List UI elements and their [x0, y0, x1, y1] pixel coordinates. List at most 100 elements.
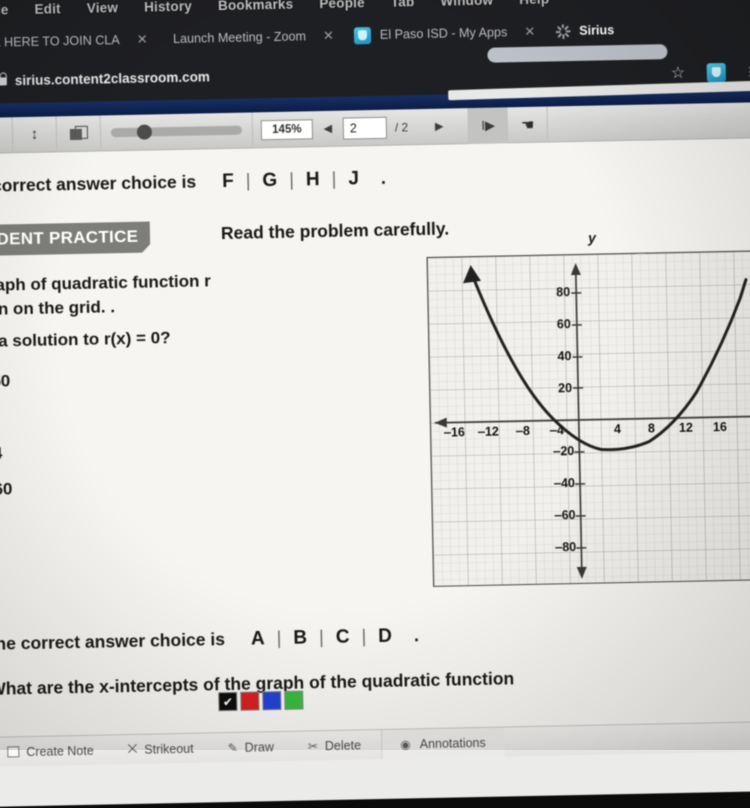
- option-b[interactable]: B 4: [0, 407, 11, 444]
- pencil-icon: ✎: [227, 740, 237, 754]
- thumbnails-button[interactable]: [57, 115, 102, 152]
- xtick-label-12: 12: [679, 421, 693, 435]
- zoom-slider-track[interactable]: [111, 126, 242, 138]
- tab-el-paso-isd-my-apps[interactable]: El Paso ISD - My Apps ✕: [344, 17, 546, 51]
- menu-window[interactable]: Window: [440, 0, 493, 8]
- zoom-slider-handle[interactable]: [137, 124, 152, 139]
- option-d[interactable]: D ‒60: [0, 479, 13, 516]
- ytick-label-60: 60: [557, 317, 571, 331]
- fit-width-button[interactable]: ↔: [0, 117, 13, 154]
- fit-height-button[interactable]: ↕: [13, 116, 58, 153]
- url-text: sirius.content2classroom.com: [15, 69, 210, 88]
- q13-choice-g[interactable]: G: [250, 170, 289, 193]
- xtick-label--4: ‒4: [550, 423, 564, 437]
- tab-join-class[interactable]: CK HERE TO JOIN CLA ✕: [0, 24, 163, 58]
- option-c-value: 14: [0, 444, 2, 464]
- close-icon[interactable]: ✕: [323, 28, 334, 44]
- graph-svg: [427, 251, 750, 587]
- hand-pan-tool-button[interactable]: ☚: [508, 106, 549, 143]
- graph-y-axis-label: y: [588, 230, 596, 246]
- ytick-label-20: 20: [558, 381, 572, 395]
- option-c[interactable]: C 14: [0, 443, 12, 480]
- ytick-label--20: ‒20: [553, 444, 574, 458]
- q13-choice-h[interactable]: H: [294, 169, 332, 192]
- q13-period: .: [381, 168, 386, 189]
- annotation-color-swatches: ✔: [218, 691, 303, 712]
- bookmark-star-icon[interactable]: ☆: [671, 65, 686, 81]
- independent-practice-badge: EPENDENT PRACTICE: [0, 222, 151, 257]
- delete-button[interactable]: ✂ Delete: [308, 738, 361, 753]
- note-icon: [7, 746, 19, 757]
- swatch-black[interactable]: ✔: [218, 692, 237, 711]
- xtick-label-16: 16: [713, 420, 727, 434]
- q13-choice-group: F | G | H | J: [210, 168, 371, 193]
- document-page: The correct answer choice is F | G | H |…: [0, 138, 750, 754]
- lock-icon: [0, 77, 7, 85]
- q14-period: .: [414, 625, 419, 646]
- option-d-value: ‒60: [0, 479, 13, 500]
- practice-instruction: Read the problem carefully.: [221, 219, 450, 245]
- previous-page-button[interactable]: ◀: [313, 110, 344, 147]
- q13-prompt: The correct answer choice is: [0, 172, 196, 198]
- tab-label: El Paso ISD - My Apps: [380, 25, 508, 42]
- draw-button[interactable]: ✎ Draw: [227, 740, 274, 755]
- app-favicon-icon: [354, 27, 371, 44]
- xtick-label--8: ‒8: [516, 424, 530, 438]
- menu-file[interactable]: File: [0, 2, 9, 17]
- text-select-tool-button[interactable]: I▶: [468, 107, 509, 144]
- tab-label: CK HERE TO JOIN CLA: [0, 33, 120, 50]
- menu-edit[interactable]: Edit: [34, 1, 61, 17]
- tab-sirius[interactable]: Sirius: [545, 15, 625, 47]
- q13-choice-j[interactable]: J: [336, 168, 371, 191]
- page-total-label: / 2: [395, 120, 409, 134]
- q14-choice-c[interactable]: C: [324, 626, 362, 649]
- create-note-button[interactable]: Create Note: [7, 743, 94, 759]
- option-a-value: ‒50: [0, 371, 10, 392]
- q13-answer-line: The correct answer choice is F | G | H |…: [0, 168, 386, 199]
- menu-tab[interactable]: Tab: [391, 0, 415, 9]
- zoom-level-field[interactable]: 145%: [261, 119, 313, 140]
- answer-options-list: A ‒50 B 4 C 14 D ‒60: [0, 371, 13, 516]
- swatch-red[interactable]: [240, 691, 259, 710]
- q14-choice-d[interactable]: D: [366, 626, 404, 649]
- menu-people[interactable]: People: [319, 0, 365, 11]
- tab-label: Sirius: [579, 23, 614, 38]
- swatch-blue[interactable]: [262, 691, 281, 710]
- q14-choice-group: A | B | C | D: [239, 626, 404, 651]
- xtick-label-8: 8: [648, 421, 655, 435]
- ytick-label--40: ‒40: [554, 476, 575, 490]
- strikeout-button[interactable]: ⨉ Strikeout: [128, 741, 194, 757]
- delete-label: Delete: [325, 738, 361, 753]
- next-page-button[interactable]: ▶: [424, 108, 455, 145]
- strikeout-label: Strikeout: [144, 741, 194, 756]
- loading-spinner-icon: [555, 24, 570, 39]
- menu-view[interactable]: View: [87, 0, 119, 15]
- swatch-green[interactable]: [284, 691, 303, 710]
- q14-choice-a[interactable]: A: [239, 628, 277, 651]
- question-ask: hat is a solution to r(x) = 0?: [0, 328, 171, 352]
- menu-help[interactable]: Help: [519, 0, 549, 7]
- option-a[interactable]: A ‒50: [0, 371, 11, 408]
- q13-choice-f[interactable]: F: [210, 171, 246, 194]
- close-icon[interactable]: ✕: [137, 32, 148, 48]
- draw-label: Draw: [245, 740, 274, 755]
- question-stem-line2: shown on the grid. .: [0, 292, 285, 323]
- url-display[interactable]: sirius.content2classroom.com: [0, 69, 210, 88]
- menu-bookmarks[interactable]: Bookmarks: [218, 0, 294, 13]
- tab-label: Launch Meeting - Zoom: [173, 29, 306, 46]
- annotations-panel-button[interactable]: ◉ Annotations: [381, 728, 504, 760]
- menu-history[interactable]: History: [144, 0, 192, 14]
- zoom-slider[interactable]: [101, 112, 254, 151]
- quadratic-graph: [426, 250, 750, 587]
- chrome-action-icons: ☆ ☰: [671, 62, 750, 83]
- strikeout-icon: ⨉: [128, 742, 138, 757]
- ytick-label-80: 80: [556, 285, 570, 299]
- close-icon[interactable]: ✕: [524, 24, 535, 40]
- page-number-input[interactable]: 2: [343, 116, 387, 139]
- xtick-label-4: 4: [614, 422, 621, 436]
- create-note-label: Create Note: [26, 743, 94, 758]
- delete-icon: ✂: [308, 739, 318, 753]
- tab-launch-meeting-zoom[interactable]: Launch Meeting - Zoom ✕: [163, 21, 344, 55]
- q14-choice-b[interactable]: B: [281, 627, 319, 650]
- extension-icon[interactable]: [707, 63, 726, 82]
